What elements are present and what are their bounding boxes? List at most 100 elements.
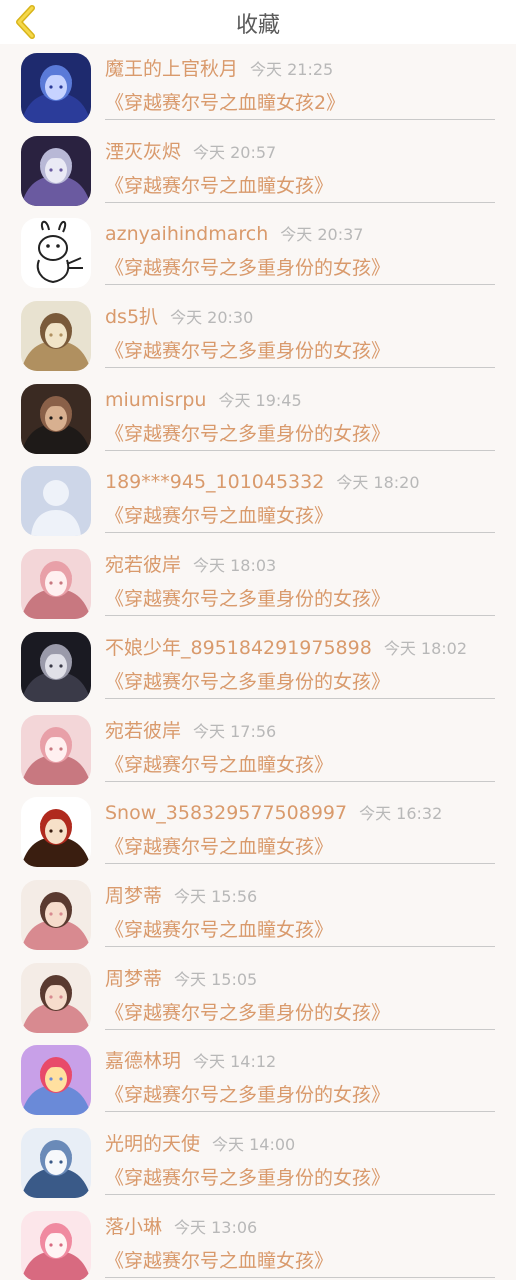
book-title[interactable]: 《穿越赛尔号之多重身份的女孩》 (105, 1001, 390, 1025)
item-meta: 宛若彼岸 今天 18:03 (105, 553, 276, 578)
timestamp: 今天 14:12 (193, 1052, 277, 1072)
user-name[interactable]: Snow_358329577508997 (105, 802, 347, 824)
book-title[interactable]: 《穿越赛尔号之血瞳女孩》 (105, 1249, 333, 1273)
avatar[interactable] (21, 549, 91, 620)
user-name[interactable]: aznyaihindmarch (105, 223, 268, 245)
avatar[interactable] (21, 53, 91, 123)
list-item[interactable]: 周梦蒂 今天 15:05 《穿越赛尔号之多重身份的女孩》 (0, 954, 516, 1037)
avatar[interactable] (21, 135, 91, 206)
list-item[interactable]: 宛若彼岸 今天 17:56 《穿越赛尔号之血瞳女孩》 (0, 706, 516, 789)
timestamp: 今天 16:32 (359, 804, 443, 824)
timestamp: 今天 20:57 (193, 142, 277, 162)
avatar[interactable] (21, 466, 91, 537)
item-meta: 魔王的上官秋月 今天 21:25 (105, 57, 333, 82)
divider (105, 1111, 495, 1113)
book-title[interactable]: 《穿越赛尔号之多重身份的女孩》 (105, 1083, 390, 1107)
item-meta: aznyaihindmarch 今天 20:37 (105, 222, 363, 247)
avatar[interactable] (21, 1210, 91, 1280)
item-meta: 湮灭灰烬 今天 20:57 (105, 140, 276, 165)
timestamp: 今天 20:37 (280, 225, 364, 245)
avatar[interactable] (21, 879, 91, 950)
user-name[interactable]: 周梦蒂 (105, 968, 162, 990)
divider (105, 697, 495, 699)
item-meta: 周梦蒂 今天 15:56 (105, 884, 257, 909)
timestamp: 今天 20:30 (170, 308, 254, 328)
divider (105, 449, 495, 451)
list-item[interactable]: 光明的天使 今天 14:00 《穿越赛尔号之多重身份的女孩》 (0, 1119, 516, 1202)
timestamp: 今天 13:06 (174, 1217, 258, 1237)
avatar[interactable] (21, 301, 91, 372)
timestamp: 今天 21:25 (250, 60, 334, 79)
user-name[interactable]: 魔王的上官秋月 (105, 58, 238, 80)
list-item[interactable]: 宛若彼岸 今天 18:03 《穿越赛尔号之多重身份的女孩》 (0, 540, 516, 623)
list-item[interactable]: 189***945_101045332 今天 18:20 《穿越赛尔号之血瞳女孩》 (0, 457, 516, 540)
divider (105, 119, 495, 120)
divider (105, 367, 495, 369)
divider (105, 532, 495, 534)
item-meta: 落小琳 今天 13:06 (105, 1215, 257, 1240)
book-title[interactable]: 《穿越赛尔号之多重身份的女孩》 (105, 587, 390, 611)
divider (105, 945, 495, 947)
item-meta: miumisrpu 今天 19:45 (105, 388, 302, 413)
avatar[interactable] (21, 631, 91, 702)
user-name[interactable]: 周梦蒂 (105, 885, 162, 907)
divider (105, 615, 495, 617)
favorites-list[interactable]: 魔王的上官秋月 今天 21:25 《穿越赛尔号之血瞳女孩2》 湮灭灰烬 今天 20:… (0, 44, 516, 1280)
user-name[interactable]: 不娘少年_895184291975898 (105, 637, 372, 659)
book-title[interactable]: 《穿越赛尔号之多重身份的女孩》 (105, 422, 390, 446)
timestamp: 今天 17:56 (193, 721, 277, 741)
list-item[interactable]: 嘉德林玥 今天 14:12 《穿越赛尔号之多重身份的女孩》 (0, 1036, 516, 1119)
divider (105, 1028, 495, 1030)
book-title[interactable]: 《穿越赛尔号之血瞳女孩》 (105, 918, 333, 942)
divider (105, 1276, 495, 1278)
user-name[interactable]: 宛若彼岸 (105, 554, 181, 576)
list-item[interactable]: miumisrpu 今天 19:45 《穿越赛尔号之多重身份的女孩》 (0, 375, 516, 458)
book-title[interactable]: 《穿越赛尔号之血瞳女孩》 (105, 753, 333, 777)
avatar[interactable] (21, 962, 91, 1033)
list-item[interactable]: aznyaihindmarch 今天 20:37 《穿越赛尔号之多重身份的女孩》 (0, 209, 516, 292)
user-name[interactable]: ds5扒 (105, 306, 158, 328)
timestamp: 今天 15:56 (174, 886, 258, 906)
timestamp: 今天 18:03 (193, 556, 277, 576)
divider (105, 201, 495, 203)
item-meta: Snow_358329577508997 今天 16:32 (105, 801, 442, 826)
item-meta: 189***945_101045332 今天 18:20 (105, 470, 420, 495)
book-title[interactable]: 《穿越赛尔号之血瞳女孩》 (105, 835, 333, 859)
timestamp: 今天 14:00 (212, 1134, 296, 1154)
list-item[interactable]: 落小琳 今天 13:06 《穿越赛尔号之血瞳女孩》 (0, 1202, 516, 1280)
book-title[interactable]: 《穿越赛尔号之血瞳女孩》 (105, 504, 333, 528)
item-meta: 宛若彼岸 今天 17:56 (105, 719, 276, 744)
avatar[interactable] (21, 218, 91, 289)
user-name[interactable]: 落小琳 (105, 1216, 162, 1238)
user-name[interactable]: 宛若彼岸 (105, 720, 181, 742)
user-name[interactable]: 189***945_101045332 (105, 471, 324, 493)
list-item[interactable]: ds5扒 今天 20:30 《穿越赛尔号之多重身份的女孩》 (0, 292, 516, 375)
list-item[interactable]: Snow_358329577508997 今天 16:32 《穿越赛尔号之血瞳女孩… (0, 788, 516, 871)
item-meta: 嘉德林玥 今天 14:12 (105, 1049, 276, 1074)
user-name[interactable]: 湮灭灰烬 (105, 141, 181, 163)
list-item[interactable]: 不娘少年_895184291975898 今天 18:02 《穿越赛尔号之多重身份… (0, 623, 516, 706)
user-name[interactable]: miumisrpu (105, 389, 206, 411)
timestamp: 今天 18:02 (383, 638, 468, 658)
list-item[interactable]: 周梦蒂 今天 15:56 《穿越赛尔号之血瞳女孩》 (0, 871, 516, 954)
book-title[interactable]: 《穿越赛尔号之多重身份的女孩》 (105, 256, 390, 280)
list-item[interactable]: 湮灭灰烬 今天 20:57 《穿越赛尔号之血瞳女孩》 (0, 127, 516, 210)
user-name[interactable]: 光明的天使 (105, 1133, 200, 1155)
book-title[interactable]: 《穿越赛尔号之血瞳女孩2》 (105, 91, 345, 115)
book-title[interactable]: 《穿越赛尔号之多重身份的女孩》 (105, 1166, 390, 1190)
book-title[interactable]: 《穿越赛尔号之血瞳女孩》 (105, 174, 333, 198)
avatar[interactable] (21, 383, 91, 454)
user-name[interactable]: 嘉德林玥 (105, 1050, 181, 1072)
book-title[interactable]: 《穿越赛尔号之多重身份的女孩》 (105, 339, 390, 363)
list-item[interactable]: 魔王的上官秋月 今天 21:25 《穿越赛尔号之血瞳女孩2》 (0, 44, 516, 127)
divider (105, 780, 495, 782)
avatar[interactable] (21, 797, 91, 868)
book-title[interactable]: 《穿越赛尔号之多重身份的女孩》 (105, 670, 390, 694)
avatar[interactable] (21, 714, 91, 785)
item-meta: ds5扒 今天 20:30 (105, 305, 253, 330)
divider (105, 863, 495, 865)
item-meta: 周梦蒂 今天 15:05 (105, 967, 257, 992)
item-meta: 光明的天使 今天 14:00 (105, 1132, 295, 1157)
avatar[interactable] (21, 1045, 91, 1116)
avatar[interactable] (21, 1127, 91, 1198)
